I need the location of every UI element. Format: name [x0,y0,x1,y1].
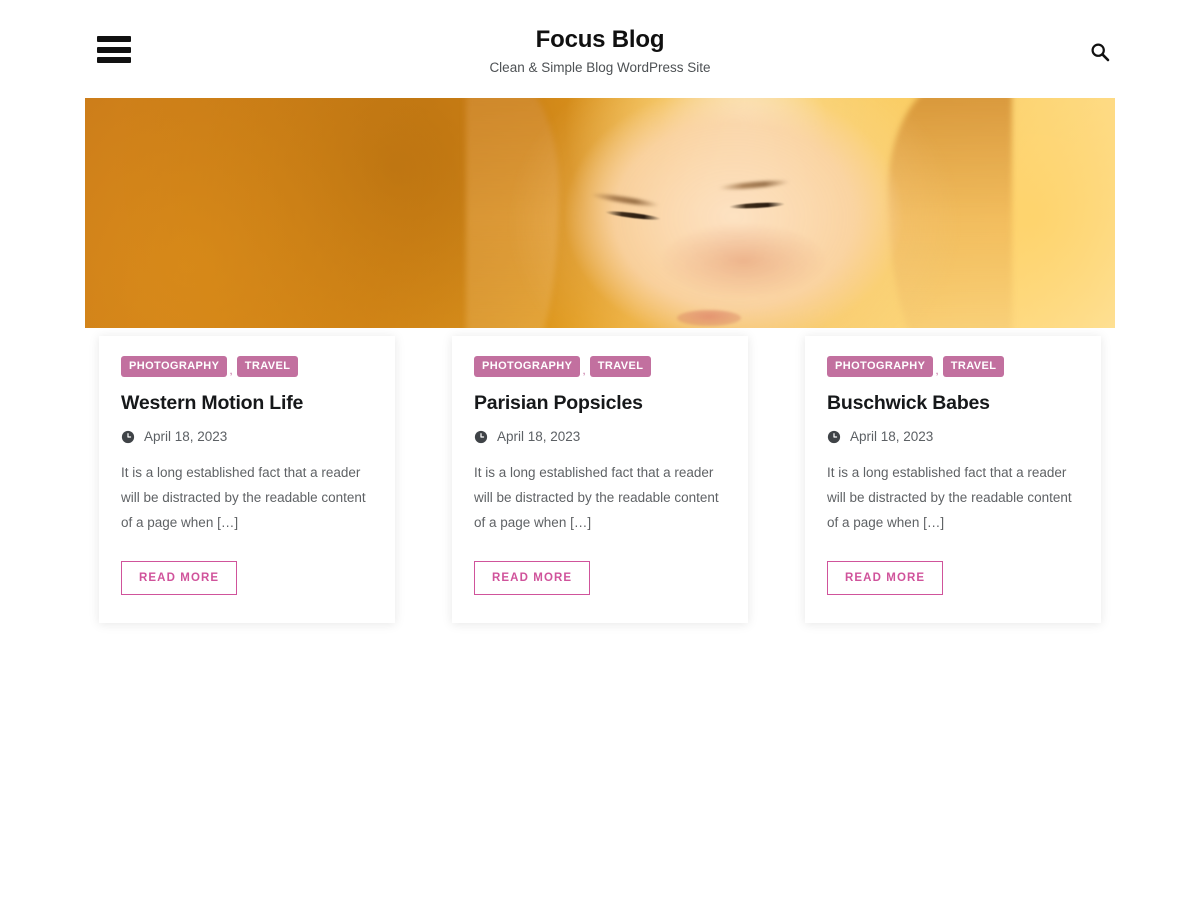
category-badge[interactable]: PHOTOGRAPHY [121,356,228,377]
site-header: Focus Blog Clean & Simple Blog WordPress… [0,0,1200,98]
clock-icon [827,430,841,443]
category-separator: , [229,363,233,377]
post-grid: PHOTOGRAPHY , TRAVEL Western Motion Life… [85,336,1115,651]
post-meta: April 18, 2023 [474,429,726,444]
post-title[interactable]: Parisian Popsicles [474,391,726,415]
read-more-button[interactable]: READ MORE [827,561,944,596]
hero-image [85,98,1115,328]
hero-face [497,98,971,328]
post-excerpt: It is a long established fact that a rea… [827,465,1072,531]
post-title[interactable]: Western Motion Life [121,391,373,415]
post-excerpt: It is a long established fact that a rea… [121,465,366,531]
post-content: PHOTOGRAPHY , TRAVEL Western Motion Life… [99,336,395,624]
site-tagline: Clean & Simple Blog WordPress Site [489,59,711,75]
post-excerpt: It is a long established fact that a rea… [474,465,719,531]
menu-bar-1 [97,36,131,42]
post-meta: April 18, 2023 [121,429,373,444]
post-content: PHOTOGRAPHY , TRAVEL Parisian Popsicles … [452,336,748,624]
category-badge[interactable]: TRAVEL [589,356,652,377]
read-more-button[interactable]: READ MORE [474,561,591,596]
post-card: PHOTOGRAPHY , TRAVEL Western Motion Life… [85,336,409,624]
category-badge[interactable]: PHOTOGRAPHY [474,356,581,377]
post-title[interactable]: Buschwick Babes [827,391,1079,415]
post-card: PHOTOGRAPHY , TRAVEL Buschwick Babes Apr… [791,336,1115,624]
post-categories: PHOTOGRAPHY , TRAVEL [474,356,726,377]
clock-icon [474,430,488,443]
category-badge[interactable]: TRAVEL [236,356,299,377]
search-icon[interactable] [1086,38,1114,66]
read-more-button[interactable]: READ MORE [121,561,238,596]
post-categories: PHOTOGRAPHY , TRAVEL [827,356,1079,377]
category-badge[interactable]: TRAVEL [942,356,1005,377]
category-separator: , [582,363,586,377]
post-categories: PHOTOGRAPHY , TRAVEL [121,356,373,377]
site-branding: Focus Blog Clean & Simple Blog WordPress… [0,22,1200,76]
hero-banner[interactable] [85,98,1115,328]
post-content: PHOTOGRAPHY , TRAVEL Buschwick Babes Apr… [805,336,1101,624]
post-date: April 18, 2023 [144,429,228,445]
post-date: April 18, 2023 [497,429,581,445]
site-title[interactable]: Focus Blog [0,26,1200,55]
post-date: April 18, 2023 [850,429,934,445]
category-separator: , [935,363,939,377]
menu-bar-3 [97,57,131,63]
clock-icon [121,430,135,443]
post-card: PHOTOGRAPHY , TRAVEL Parisian Popsicles … [438,336,762,624]
menu-bar-2 [97,46,131,53]
category-badge[interactable]: PHOTOGRAPHY [827,356,934,377]
post-meta: April 18, 2023 [827,429,1079,444]
hamburger-menu-icon[interactable] [97,36,131,63]
hero-lips [677,309,742,326]
